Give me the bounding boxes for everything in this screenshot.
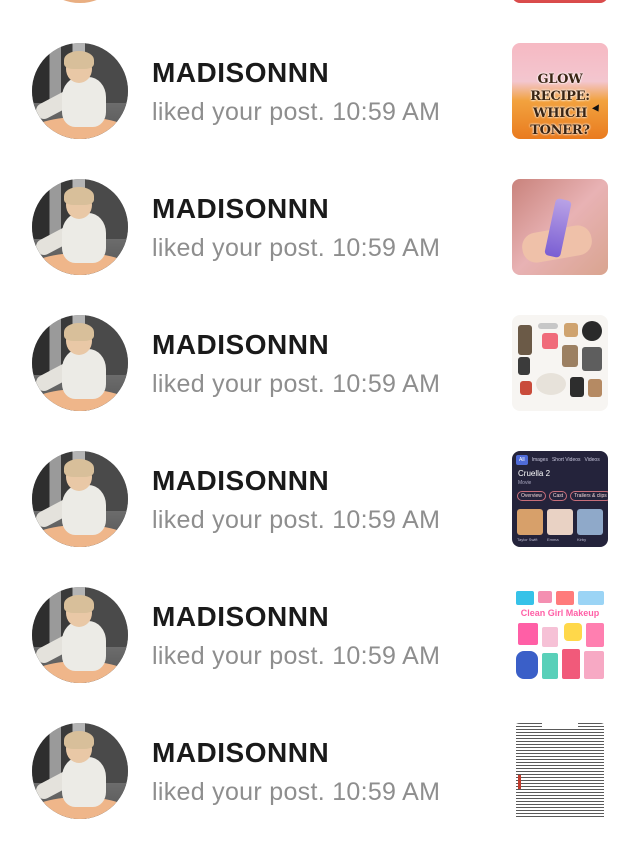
- action-text: liked your post.: [152, 506, 325, 534]
- notification-row[interactable]: MADISONNN liked your post. 10:59 AM: [0, 723, 640, 859]
- action-text: liked your post.: [152, 642, 325, 670]
- avatar[interactable]: [32, 723, 128, 819]
- username[interactable]: MADISONNN: [152, 464, 440, 498]
- avatar[interactable]: [32, 43, 128, 139]
- avatar[interactable]: [32, 315, 128, 411]
- notification-row[interactable]: MADISONNN liked your post. 10:59 AM All …: [0, 451, 640, 587]
- avatar[interactable]: [32, 0, 128, 3]
- action-text: liked your post.: [152, 234, 325, 262]
- notification-text: liked your post. 10:59 AM: [152, 95, 440, 129]
- action-text: liked your post.: [152, 98, 325, 126]
- thumbnail-title: Cruella 2: [518, 469, 551, 478]
- action-text: liked your post.: [152, 778, 325, 806]
- username[interactable]: MADISONNN: [152, 192, 440, 226]
- post-thumbnail[interactable]: All Images Short Videos Videos Cruella 2…: [512, 451, 608, 547]
- thumbnail-subtitle: Movie: [518, 480, 532, 486]
- post-thumbnail[interactable]: [512, 723, 608, 819]
- timestamp: 10:59 AM: [332, 98, 441, 126]
- username[interactable]: MADISONNN: [152, 736, 440, 770]
- timestamp: 10:59 AM: [332, 234, 441, 262]
- thumbnail-tabs: All Images Short Videos Videos: [516, 455, 604, 465]
- notification-text: liked your post. 10:59 AM: [152, 367, 440, 401]
- avatar[interactable]: [32, 451, 128, 547]
- timestamp: 10:59 AM: [332, 642, 441, 670]
- thumbnail-caption: Clean Girl Makeup: [512, 608, 608, 618]
- post-thumbnail[interactable]: Clean Girl Makeup: [512, 587, 608, 683]
- timestamp: 10:59 AM: [332, 370, 441, 398]
- username[interactable]: MADISONNN: [152, 56, 440, 90]
- post-thumbnail[interactable]: [512, 179, 608, 275]
- timestamp: 10:59 AM: [332, 778, 441, 806]
- post-thumbnail[interactable]: [512, 315, 608, 411]
- post-thumbnail[interactable]: GLOW RECIPE: WHICH TONER?: [512, 43, 608, 139]
- notification-row[interactable]: MADISONNN liked your post. 10:59 AM: [0, 315, 640, 451]
- avatar[interactable]: [32, 587, 128, 683]
- notification-row[interactable]: MADISONNN liked your post. 10:59 AM GLOW…: [0, 43, 640, 179]
- notification-text: liked your post. 10:59 AM: [152, 503, 440, 537]
- notification-row[interactable]: MADISONNN liked your post. 10:59 AM Clea…: [0, 587, 640, 723]
- thumbnail-caption: GLOW RECIPE: WHICH TONER?: [530, 72, 590, 138]
- notification-list: MADISONNN liked your post. 10:59 AM GLOW…: [0, 0, 640, 855]
- username[interactable]: MADISONNN: [152, 328, 440, 362]
- avatar[interactable]: [32, 179, 128, 275]
- notification-text: liked your post. 10:59 AM: [152, 231, 440, 265]
- username[interactable]: MADISONNN: [152, 600, 440, 634]
- timestamp: 10:59 AM: [332, 506, 441, 534]
- notification-text: liked your post. 10:59 AM: [152, 639, 440, 673]
- action-text: liked your post.: [152, 370, 325, 398]
- notification-text: liked your post. 10:59 AM: [152, 775, 440, 809]
- post-thumbnail[interactable]: [512, 0, 608, 3]
- notification-row[interactable]: MADISONNN liked your post. 10:59 AM: [0, 179, 640, 315]
- thumbnail-chips: Overview Cast Trailers & clips: [517, 491, 608, 501]
